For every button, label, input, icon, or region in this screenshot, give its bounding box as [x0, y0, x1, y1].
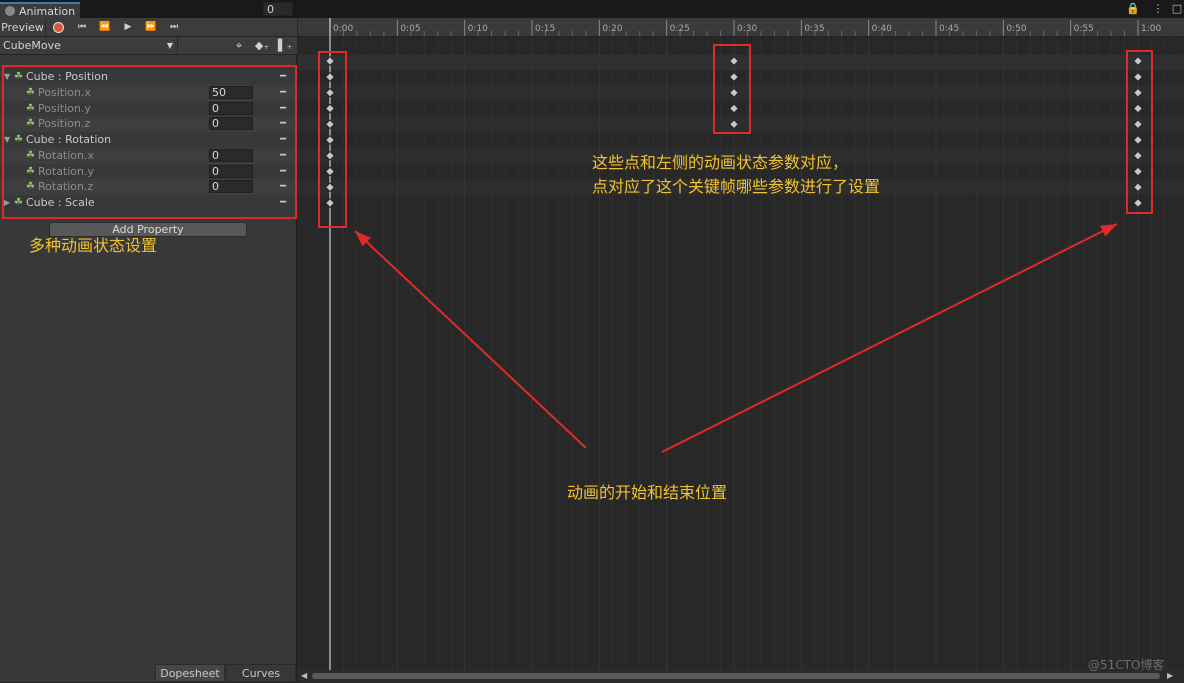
annotation-arrow-end	[661, 223, 1118, 453]
keyframe-diamond[interactable]	[729, 103, 739, 114]
watermark: @51CTO博客	[1088, 658, 1165, 672]
annotation-keyframe-note-1: 这些点和左侧的动画状态参数对应，	[592, 153, 849, 172]
keyframe-diamond[interactable]	[1133, 198, 1143, 208]
keyframe-diamond[interactable]	[1133, 72, 1143, 82]
keyframe-diamond[interactable]	[729, 72, 739, 82]
keyframe-diamond[interactable]	[325, 72, 335, 82]
timeline-row-stripe	[298, 116, 1184, 132]
keyframe-diamond[interactable]	[325, 56, 335, 66]
keyframe-diamond[interactable]	[325, 103, 335, 114]
annotation-left-label: 多种动画状态设置	[29, 236, 158, 255]
keyframe-diamond[interactable]	[729, 56, 739, 66]
keyframe-diamond[interactable]	[325, 198, 335, 208]
keyframe-diamond[interactable]	[1133, 166, 1143, 177]
annotation-keyframe-note-2: 点对应了这个关键帧哪些参数进行了设置	[592, 177, 881, 196]
keyframe-diamond[interactable]	[325, 135, 335, 145]
keyframe-diamond[interactable]	[1133, 103, 1143, 114]
annotation-box-properties	[2, 65, 297, 219]
timeline-row-stripe	[298, 84, 1184, 101]
scroll-right-icon[interactable]: ▶	[1167, 670, 1173, 682]
annotation-arrow-start	[354, 230, 587, 449]
annotation-arrow-end-head	[1100, 224, 1117, 237]
annotation-start-end: 动画的开始和结束位置	[567, 483, 728, 502]
keyframe-diamond[interactable]	[1133, 135, 1143, 145]
scroll-left-icon[interactable]: ◀	[301, 670, 307, 682]
ruler-tick-label: 1:00	[1141, 24, 1161, 34]
keyframe-diamond[interactable]	[325, 166, 335, 177]
horizontal-scrollbar[interactable]: ◀ ▶	[298, 670, 1184, 682]
keyframe-diamond[interactable]	[1133, 56, 1143, 66]
timeline-layer: 0:00 0:05 0:10 0:15 0:20 0:25 0:30 0:35 0:40 0:45…	[2, 18, 1184, 670]
scrollbar-thumb[interactable]	[312, 673, 1160, 679]
